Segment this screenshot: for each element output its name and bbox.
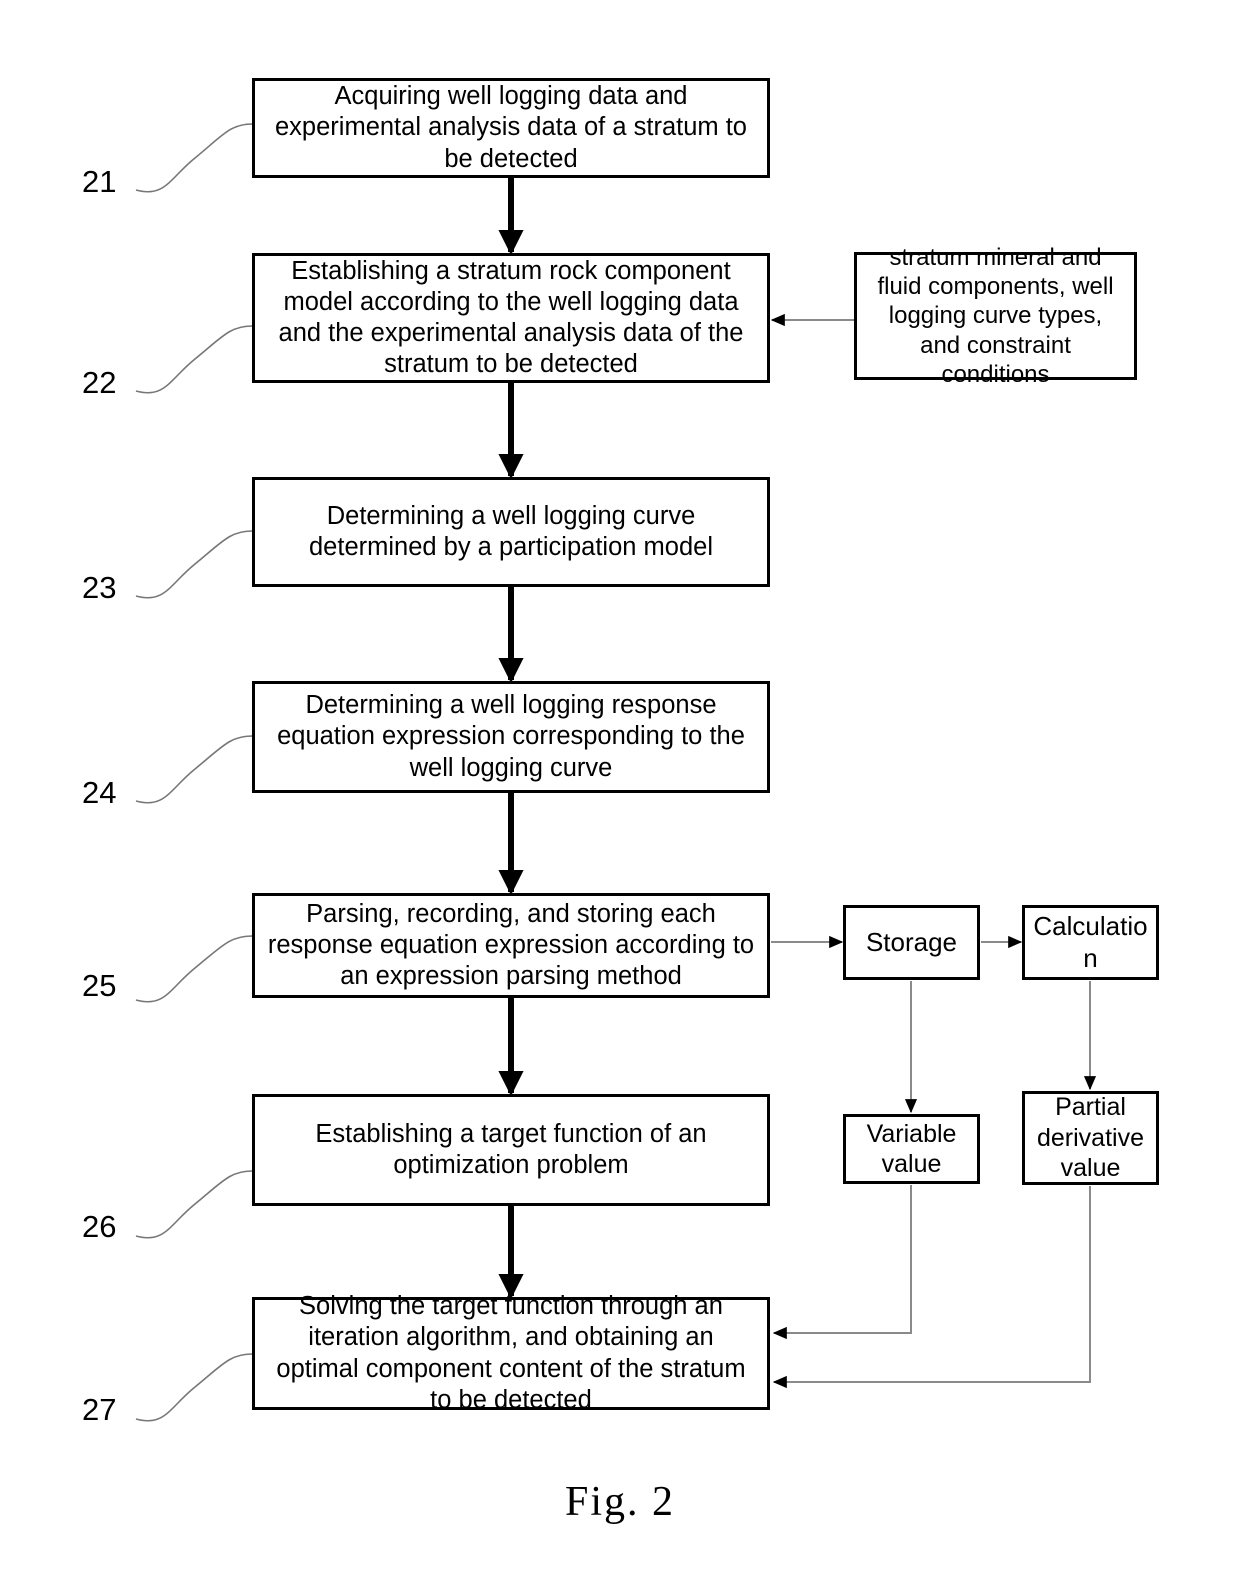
variable-value-box[interactable]: Variable value (843, 1114, 980, 1184)
leader-line-21 (135, 123, 253, 193)
step-box-26-label: Establishing a target function of an opt… (315, 1119, 707, 1179)
partial-derivative-value-box[interactable]: Partial derivative value (1022, 1091, 1159, 1185)
storage-box-label: Storage (865, 926, 958, 957)
step-box-22-label: Establishing a stratum rock component mo… (278, 256, 744, 379)
leader-line-24 (135, 735, 253, 804)
step-number-27: 27 (82, 1392, 117, 1427)
step-box-27-label: Solving the target function through an i… (276, 1292, 746, 1414)
leader-line-27 (135, 1353, 253, 1422)
step-box-25[interactable]: Parsing, recording, and storing each res… (252, 893, 770, 998)
arrow-variable-to-27 (772, 1185, 912, 1340)
inputs-box[interactable]: stratum mineral and fluid components, we… (854, 244, 1137, 388)
step-box-26[interactable]: Establishing a target function of an opt… (252, 1094, 770, 1206)
variable-value-box-label: Variable value (866, 1119, 957, 1179)
partial-derivative-value-box-label: Partial derivative value (1037, 1093, 1144, 1183)
step-box-21-label: Acquiring well logging data and experime… (275, 82, 747, 173)
step-box-21[interactable]: Acquiring well logging data and experime… (252, 78, 770, 178)
step-box-27[interactable]: Solving the target function through an i… (252, 1292, 770, 1414)
calculation-box-label: Calculatio n (1033, 910, 1148, 973)
arrow-partial-to-27 (772, 1186, 1091, 1389)
storage-box[interactable]: Storage (843, 905, 980, 980)
step-number-22: 22 (82, 365, 117, 400)
step-number-24: 24 (82, 775, 117, 810)
step-box-23[interactable]: Determining a well logging curve determi… (252, 477, 770, 587)
step-box-25-label: Parsing, recording, and storing each res… (267, 899, 755, 991)
step-box-23-label: Determining a well logging curve determi… (309, 501, 713, 561)
figure-caption: Fig. 2 (564, 1479, 676, 1525)
calculation-box[interactable]: Calculatio n (1022, 905, 1159, 980)
step-number-25: 25 (82, 968, 117, 1003)
leader-line-25 (135, 935, 253, 1003)
leader-line-22 (135, 325, 253, 394)
step-number-26: 26 (82, 1209, 117, 1244)
step-box-22[interactable]: Establishing a stratum rock component mo… (252, 253, 770, 383)
inputs-box-label: stratum mineral and fluid components, we… (877, 243, 1114, 388)
step-box-24[interactable]: Determining a well logging response equa… (252, 681, 770, 793)
figure-canvas: Acquiring well logging data and experime… (0, 0, 1240, 1578)
leader-line-23 (135, 530, 253, 599)
step-box-24-label: Determining a well logging response equa… (277, 691, 745, 782)
leader-line-26 (135, 1170, 253, 1239)
step-number-21: 21 (82, 164, 117, 199)
step-number-23: 23 (82, 570, 117, 605)
